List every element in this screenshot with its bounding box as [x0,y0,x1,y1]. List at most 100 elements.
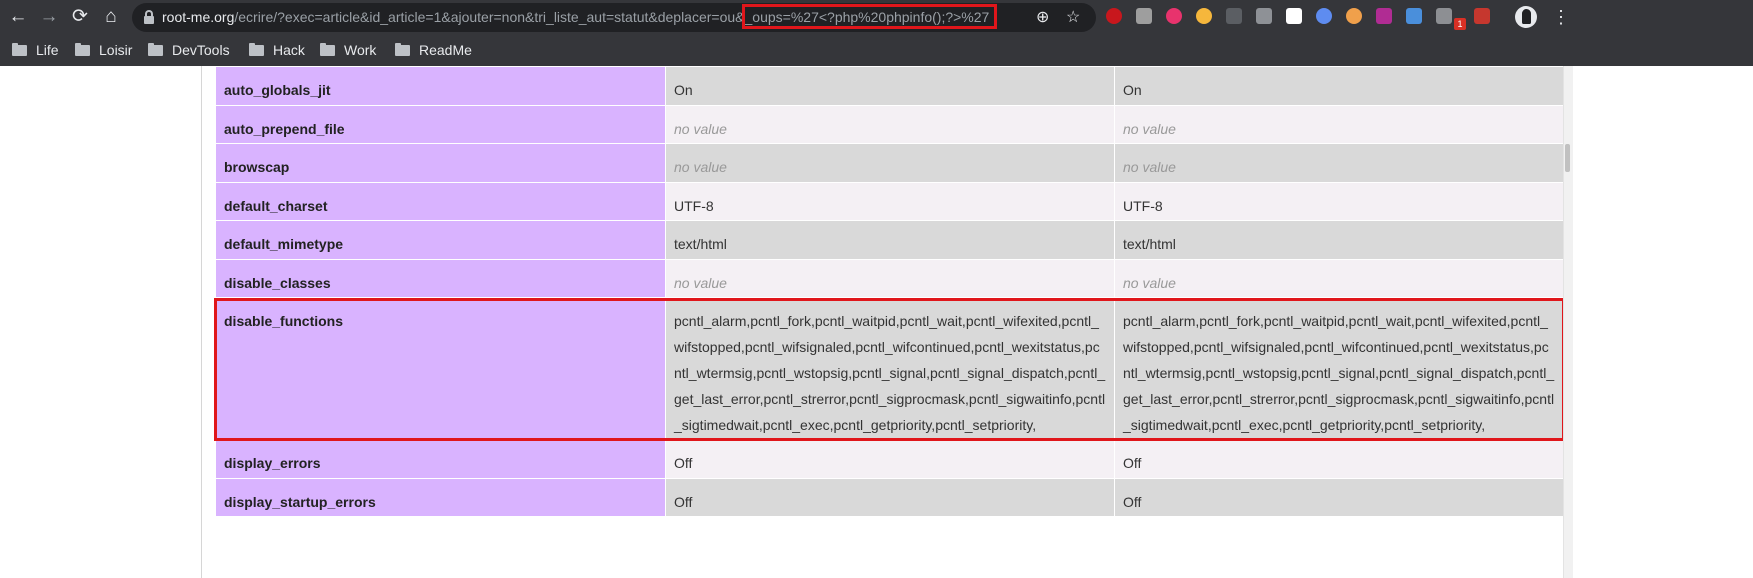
local-value-text: pcntl_alarm,pcntl_fork,pcntl_waitpid,pcn… [674,313,1106,433]
local-value: text/html [665,220,1115,260]
master-value-text: On [1123,82,1142,98]
browser-chrome: ← → ⟳ ⌂ root-me.org/ecrire/?exec=article… [0,0,1753,66]
phpinfo-row: disable_classes no value no value [215,259,1564,298]
extension-icon[interactable] [1474,8,1490,24]
profile-avatar[interactable] [1515,6,1537,28]
local-value: Off [665,439,1115,479]
local-value-text: no value [674,159,727,175]
phpinfo-row: display_startup_errors Off Off [215,478,1564,517]
master-value-text: no value [1123,121,1176,137]
extension-icon[interactable] [1136,8,1152,24]
phpinfo-row: display_errors Off Off [215,439,1564,479]
browser-menu-icon[interactable]: ⋮ [1552,6,1570,28]
local-value-text: Off [674,494,693,510]
local-value: UTF-8 [665,182,1115,221]
url-host: root-me.org [162,9,235,25]
local-value: pcntl_alarm,pcntl_fork,pcntl_waitpid,pcn… [665,297,1115,440]
local-value-text: text/html [674,236,727,252]
back-button[interactable]: ← [7,6,29,28]
phpinfo-table: auto_globals_jit On On auto_prepend_file no … [215,66,1564,517]
url-path: /ecrire/?exec=article&id_article=1&ajout… [234,9,736,25]
bookmark-label: Life [36,42,59,58]
bookmark-folder-hack[interactable]: Hack [249,40,305,60]
local-value: no value [665,105,1115,144]
master-value-text: text/html [1123,236,1176,252]
master-value-text: no value [1123,159,1176,175]
bookmark-label: Loisir [99,42,133,58]
directive-name: auto_prepend_file [215,105,666,144]
local-value-text: On [674,82,693,98]
extension-icon[interactable] [1316,8,1332,24]
phpinfo-row: auto_prepend_file no value no value [215,105,1564,144]
directive-name: disable_classes [215,259,666,298]
lock-icon[interactable] [144,10,154,24]
bookmarks-bar: Life Loisir DevTools Hack Work ReadMe [0,36,1753,64]
local-value: no value [665,259,1115,298]
content-divider [201,66,202,578]
bookmark-label: ReadMe [419,42,472,58]
extension-icon[interactable] [1256,8,1272,24]
extension-icon[interactable] [1286,8,1302,24]
directive-name: default_mimetype [215,220,666,260]
master-value: pcntl_alarm,pcntl_fork,pcntl_waitpid,pcn… [1114,297,1564,440]
bookmark-folder-readme[interactable]: ReadMe [395,40,472,60]
reload-button[interactable]: ⟳ [69,6,91,28]
master-value-text: no value [1123,275,1176,291]
local-value: Off [665,478,1115,517]
extension-badge: 1 [1454,18,1466,30]
bookmark-label: Hack [273,42,305,58]
folder-icon [148,42,163,56]
master-value: no value [1114,143,1564,183]
bookmark-folder-life[interactable]: Life [12,40,59,60]
bookmark-folder-work[interactable]: Work [320,40,376,60]
bookmark-label: DevTools [172,42,230,58]
url-payload-highlight [742,4,997,29]
bookmark-folder-devtools[interactable]: DevTools [148,40,230,60]
extension-icon[interactable] [1106,8,1122,24]
directive-name: default_charset [215,182,666,221]
directive-name: browscap [215,143,666,183]
bookmark-folder-loisir[interactable]: Loisir [75,40,132,60]
master-value: Off [1114,478,1564,517]
extension-icon[interactable] [1346,8,1362,24]
folder-icon [249,42,264,56]
browser-toolbar: ← → ⟳ ⌂ root-me.org/ecrire/?exec=article… [0,0,1753,35]
phpinfo-row: disable_functions pcntl_alarm,pcntl_fork,… [215,297,1564,440]
scrollbar-thumb[interactable] [1565,144,1570,172]
phpinfo-row: auto_globals_jit On On [215,66,1564,106]
directive-name: display_errors [215,439,666,479]
master-value: no value [1114,105,1564,144]
bookmark-label: Work [344,42,377,58]
extension-icon[interactable] [1376,8,1392,24]
local-value-text: no value [674,121,727,137]
folder-icon [320,42,335,56]
master-value: Off [1114,439,1564,479]
scrollbar[interactable] [1563,66,1573,578]
page-content: auto_globals_jit On On auto_prepend_file no … [0,66,1753,578]
forward-button[interactable]: → [38,6,60,28]
extension-icon[interactable] [1196,8,1212,24]
folder-icon [75,42,90,56]
extension-icon[interactable] [1226,8,1242,24]
extension-icon[interactable] [1406,8,1422,24]
local-value-text: Off [674,455,693,471]
master-value: On [1114,66,1564,106]
master-value: UTF-8 [1114,182,1564,221]
directive-name: display_startup_errors [215,478,666,517]
local-value-text: UTF-8 [674,198,714,214]
folder-icon [395,42,410,56]
local-value: On [665,66,1115,106]
master-value-text: Off [1123,494,1142,510]
extension-icon[interactable] [1166,8,1182,24]
phpinfo-row: default_charset UTF-8 UTF-8 [215,182,1564,221]
bookmark-star-icon[interactable]: ☆ [1066,9,1080,27]
master-value: no value [1114,259,1564,298]
local-value-text: no value [674,275,727,291]
master-value-text: pcntl_alarm,pcntl_fork,pcntl_waitpid,pcn… [1123,313,1555,433]
zoom-icon[interactable]: ⊕ [1036,9,1049,27]
extension-icon[interactable] [1436,8,1452,24]
local-value: no value [665,143,1115,183]
home-button[interactable]: ⌂ [100,6,122,28]
directive-name: auto_globals_jit [215,66,666,106]
master-value: text/html [1114,220,1564,260]
